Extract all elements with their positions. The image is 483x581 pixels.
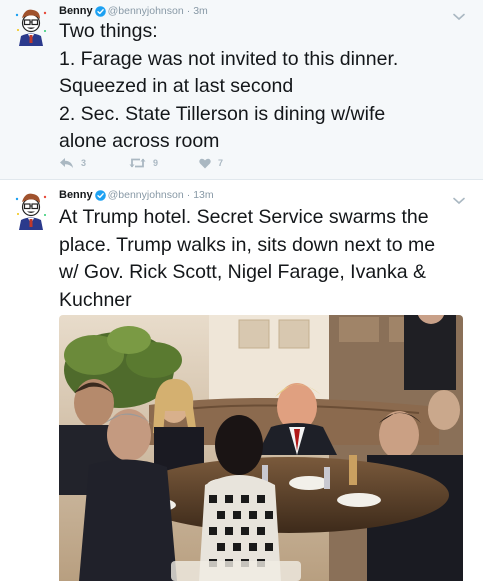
reply-icon xyxy=(59,157,74,169)
chevron-down-icon[interactable] xyxy=(453,192,465,205)
tweet-text-line: Kuchner xyxy=(59,288,132,311)
tweet-text-line: alone across room xyxy=(59,130,220,152)
avatar[interactable] xyxy=(13,190,49,230)
tweet-text-line: place. Trump walks in, sits down next to… xyxy=(59,233,436,256)
separator: · xyxy=(186,5,191,17)
attached-photo[interactable] xyxy=(59,315,463,581)
tweet-header: Benny @bennyjohnson · 13m xyxy=(59,186,214,204)
retweet-count: 9 xyxy=(153,158,159,168)
tweet-text: At Trump hotel. Secret Service swarms th… xyxy=(59,204,471,314)
tweet-text-line: 1. Farage was not invited to this dinner… xyxy=(59,47,399,70)
tweet-text-line: At Trump hotel. Secret Service swarms th… xyxy=(59,206,429,228)
heart-icon xyxy=(199,158,211,169)
author-handle[interactable]: @bennyjohnson xyxy=(108,189,184,201)
retweet-button[interactable]: 9 xyxy=(129,157,199,169)
author-name[interactable]: Benny xyxy=(59,5,93,17)
like-button[interactable]: 7 xyxy=(199,158,223,169)
like-count: 7 xyxy=(218,158,224,168)
reply-count: 3 xyxy=(81,158,87,168)
avatar[interactable] xyxy=(13,6,49,46)
tweet-text-line: 2. Sec. State Tillerson is dining w/wife xyxy=(59,102,386,125)
tweet-1[interactable]: Benny @bennyjohnson · 3m Two things: 1. … xyxy=(0,0,483,180)
verified-badge-icon xyxy=(94,189,106,201)
tweet-text-line: Squeezed in at last second xyxy=(59,75,294,97)
tweet-text: Two things: 1. Farage was not invited to… xyxy=(59,18,471,156)
timestamp[interactable]: 13m xyxy=(193,189,213,201)
reply-button[interactable]: 3 xyxy=(59,157,129,169)
tweet-actions: 3 9 7 xyxy=(59,155,223,171)
retweet-icon xyxy=(129,157,146,169)
timestamp[interactable]: 3m xyxy=(193,5,208,17)
tweet-text-line: Two things: xyxy=(59,20,158,42)
chevron-down-icon[interactable] xyxy=(453,8,465,21)
author-name[interactable]: Benny xyxy=(59,189,93,201)
separator: · xyxy=(186,189,191,201)
verified-badge-icon xyxy=(94,5,106,17)
tweet-text-line: w/ Gov. Rick Scott, Nigel Farage, Ivanka… xyxy=(59,261,427,283)
tweet-2[interactable]: Benny @bennyjohnson · 13m At Trump hotel… xyxy=(0,180,483,581)
author-handle[interactable]: @bennyjohnson xyxy=(108,5,184,17)
